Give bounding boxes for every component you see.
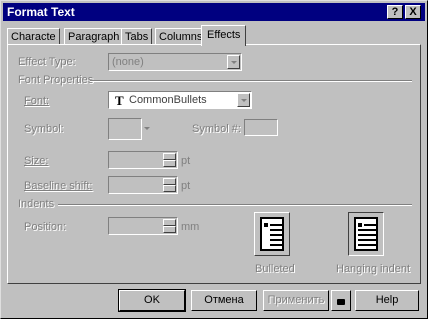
- position-spinner[interactable]: [163, 219, 176, 233]
- lock-icon: [337, 299, 345, 305]
- symbol-number-input[interactable]: [244, 119, 278, 136]
- hanging-indent-page-icon: [354, 217, 378, 251]
- divider: [58, 204, 412, 206]
- bulleted-page-icon: [260, 217, 284, 251]
- size-spinner[interactable]: [163, 153, 176, 167]
- format-text-dialog: Format Text ? X Characte Paragraph Tabs …: [0, 0, 428, 319]
- bulleted-style-button[interactable]: [254, 212, 290, 256]
- position-input[interactable]: [108, 217, 178, 235]
- window-title: Format Text: [7, 5, 75, 19]
- tab-character[interactable]: Characte: [7, 28, 60, 45]
- baseline-shift-spinner[interactable]: [163, 178, 176, 192]
- indents-label: Indents: [18, 198, 55, 210]
- position-unit: mm: [181, 221, 200, 233]
- symbol-number-label: Symbol #:: [192, 123, 241, 135]
- effect-type-label: Effect Type:: [18, 56, 76, 68]
- truetype-icon: T: [115, 93, 124, 108]
- font-properties-label: Font Properties: [18, 74, 94, 86]
- hanging-indent-label: Hanging indent: [336, 263, 411, 275]
- tab-paragraph[interactable]: Paragraph: [64, 28, 124, 45]
- position-label: Position:: [24, 221, 67, 233]
- close-title-button[interactable]: X: [405, 5, 421, 19]
- baseline-shift-unit: pt: [181, 180, 191, 192]
- chevron-down-icon[interactable]: [237, 93, 250, 107]
- chevron-down-icon[interactable]: [227, 55, 240, 69]
- baseline-shift-input[interactable]: [108, 176, 178, 194]
- title-bar: Format Text ? X: [3, 3, 425, 21]
- size-input[interactable]: [108, 151, 178, 169]
- tab-effects[interactable]: Effects: [201, 25, 247, 46]
- baseline-shift-label: Baseline shift:: [24, 180, 93, 192]
- effect-type-select[interactable]: (none): [108, 53, 242, 71]
- ok-button[interactable]: OK: [118, 289, 186, 312]
- effects-panel: Effect Type: (none) Font Properties Font…: [7, 44, 421, 284]
- symbol-label: Symbol:: [24, 123, 64, 135]
- cancel-button[interactable]: Отмена: [191, 290, 257, 311]
- tab-tabs[interactable]: Tabs: [121, 28, 153, 45]
- chevron-down-icon[interactable]: [144, 127, 150, 130]
- size-label: Size:: [24, 155, 49, 167]
- lock-button[interactable]: [331, 290, 351, 311]
- divider: [90, 80, 412, 82]
- tab-columns[interactable]: Columns: [155, 28, 207, 45]
- bulleted-label: Bulleted: [255, 263, 295, 275]
- apply-button[interactable]: Применить: [263, 290, 329, 311]
- font-label: Font:: [24, 95, 50, 107]
- size-unit: pt: [181, 155, 191, 167]
- font-select[interactable]: T CommonBullets: [108, 91, 252, 109]
- help-button[interactable]: Help: [355, 290, 419, 311]
- symbol-picker[interactable]: [108, 118, 142, 140]
- hanging-indent-style-button[interactable]: [348, 212, 384, 256]
- help-title-button[interactable]: ?: [387, 5, 403, 19]
